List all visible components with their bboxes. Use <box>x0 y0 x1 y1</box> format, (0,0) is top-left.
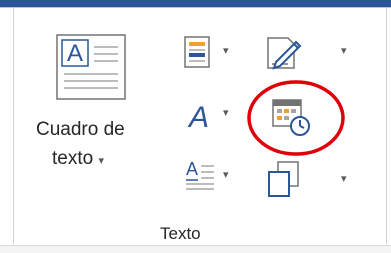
drop-cap-icon: A <box>184 160 216 190</box>
quick-parts-icon <box>184 36 210 68</box>
text-box-label-line1: Cuadro de <box>36 119 125 140</box>
signature-line-button[interactable]: ▾ <box>264 36 354 72</box>
wordart-dropdown-arrow[interactable]: ▾ <box>223 106 229 119</box>
text-box-label-text: texto <box>52 148 94 169</box>
text-box-icon-glyph: A <box>67 40 83 67</box>
date-time-highlight-circle <box>246 79 346 157</box>
wordart-icon: A <box>184 98 214 134</box>
text-box-icon: A <box>56 34 126 100</box>
wordart-button[interactable]: A ▾ <box>182 100 242 136</box>
group-label-texto: Texto <box>160 224 201 243</box>
ribbon-top-border <box>0 7 391 8</box>
quick-parts-dropdown-arrow[interactable]: ▾ <box>223 44 229 57</box>
drop-cap-dropdown-arrow[interactable]: ▾ <box>223 168 229 181</box>
drop-cap-glyph: A <box>186 160 198 179</box>
object-dropdown-arrow[interactable]: ▾ <box>341 172 347 185</box>
signature-line-dropdown-arrow[interactable]: ▾ <box>341 44 347 57</box>
drop-cap-button[interactable]: A ▾ <box>182 160 242 196</box>
object-button[interactable]: ▾ <box>264 160 354 200</box>
ribbon-top-accent-bar <box>0 0 391 7</box>
text-box-button[interactable]: A Cuadro de texto ▾ <box>30 30 160 180</box>
text-box-label-line2: texto ▾ <box>52 148 104 170</box>
group-left-divider <box>13 8 14 244</box>
signature-line-icon <box>266 36 304 70</box>
object-icon <box>266 160 302 198</box>
quick-parts-button[interactable]: ▾ <box>182 36 242 72</box>
text-box-dropdown-arrow[interactable]: ▾ <box>98 155 104 167</box>
group-right-divider <box>386 8 387 244</box>
ribbon-bottom-border <box>0 245 391 253</box>
wordart-glyph: A <box>187 101 209 134</box>
